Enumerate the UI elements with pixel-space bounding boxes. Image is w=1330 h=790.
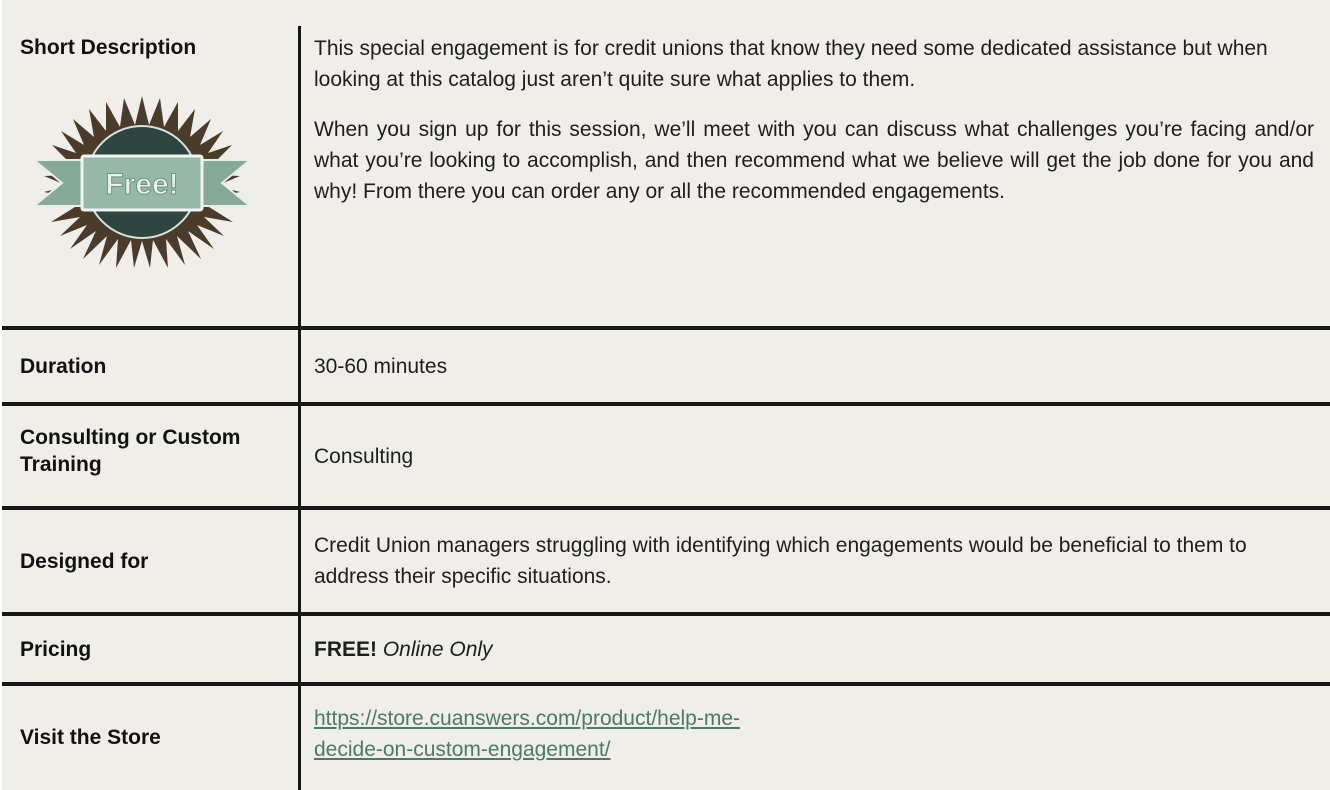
store-link[interactable]: https://store.cuanswers.com/product/help… xyxy=(314,707,740,761)
free-starburst-ribbon-icon: Free! xyxy=(31,96,253,268)
row-value: Consulting xyxy=(314,445,414,468)
price-value: FREE! xyxy=(314,638,377,661)
row-value: This special engagement is for credit un… xyxy=(314,33,1314,207)
row-label: Pricing xyxy=(20,638,92,661)
row-value: FREE! Online Only xyxy=(314,634,1314,665)
row-value: 30-60 minutes xyxy=(314,355,448,378)
engagement-details-table: Short Description Free! This special eng… xyxy=(2,0,1330,790)
price-note: Online Only xyxy=(382,638,493,661)
free-badge: Free! xyxy=(31,96,253,273)
badge-text: Free! xyxy=(105,168,178,201)
row-store: Visit the Store https://store.cuanswers.… xyxy=(2,686,1330,790)
description-paragraph: This special engagement is for credit un… xyxy=(314,37,1268,91)
row-pricing: Pricing FREE! Online Only xyxy=(2,616,1330,682)
row-label: Duration xyxy=(20,355,107,378)
row-label: Visit the Store xyxy=(20,726,161,749)
row-label: Consulting or Custom Training xyxy=(20,426,241,476)
row-designed-for: Designed for Credit Union managers strug… xyxy=(2,510,1330,612)
row-value: Credit Union managers struggling with id… xyxy=(314,534,1247,588)
row-engagement-type: Consulting or Custom Training Consulting xyxy=(2,406,1330,506)
row-short-description: Short Description Free! This special eng… xyxy=(2,0,1330,326)
row-label: Short Description xyxy=(20,36,197,59)
row-label: Designed for xyxy=(20,550,149,573)
row-duration: Duration 30-60 minutes xyxy=(2,330,1330,402)
row-value: https://store.cuanswers.com/product/help… xyxy=(314,703,784,765)
description-paragraph: When you sign up for this session, we’ll… xyxy=(314,118,1314,203)
